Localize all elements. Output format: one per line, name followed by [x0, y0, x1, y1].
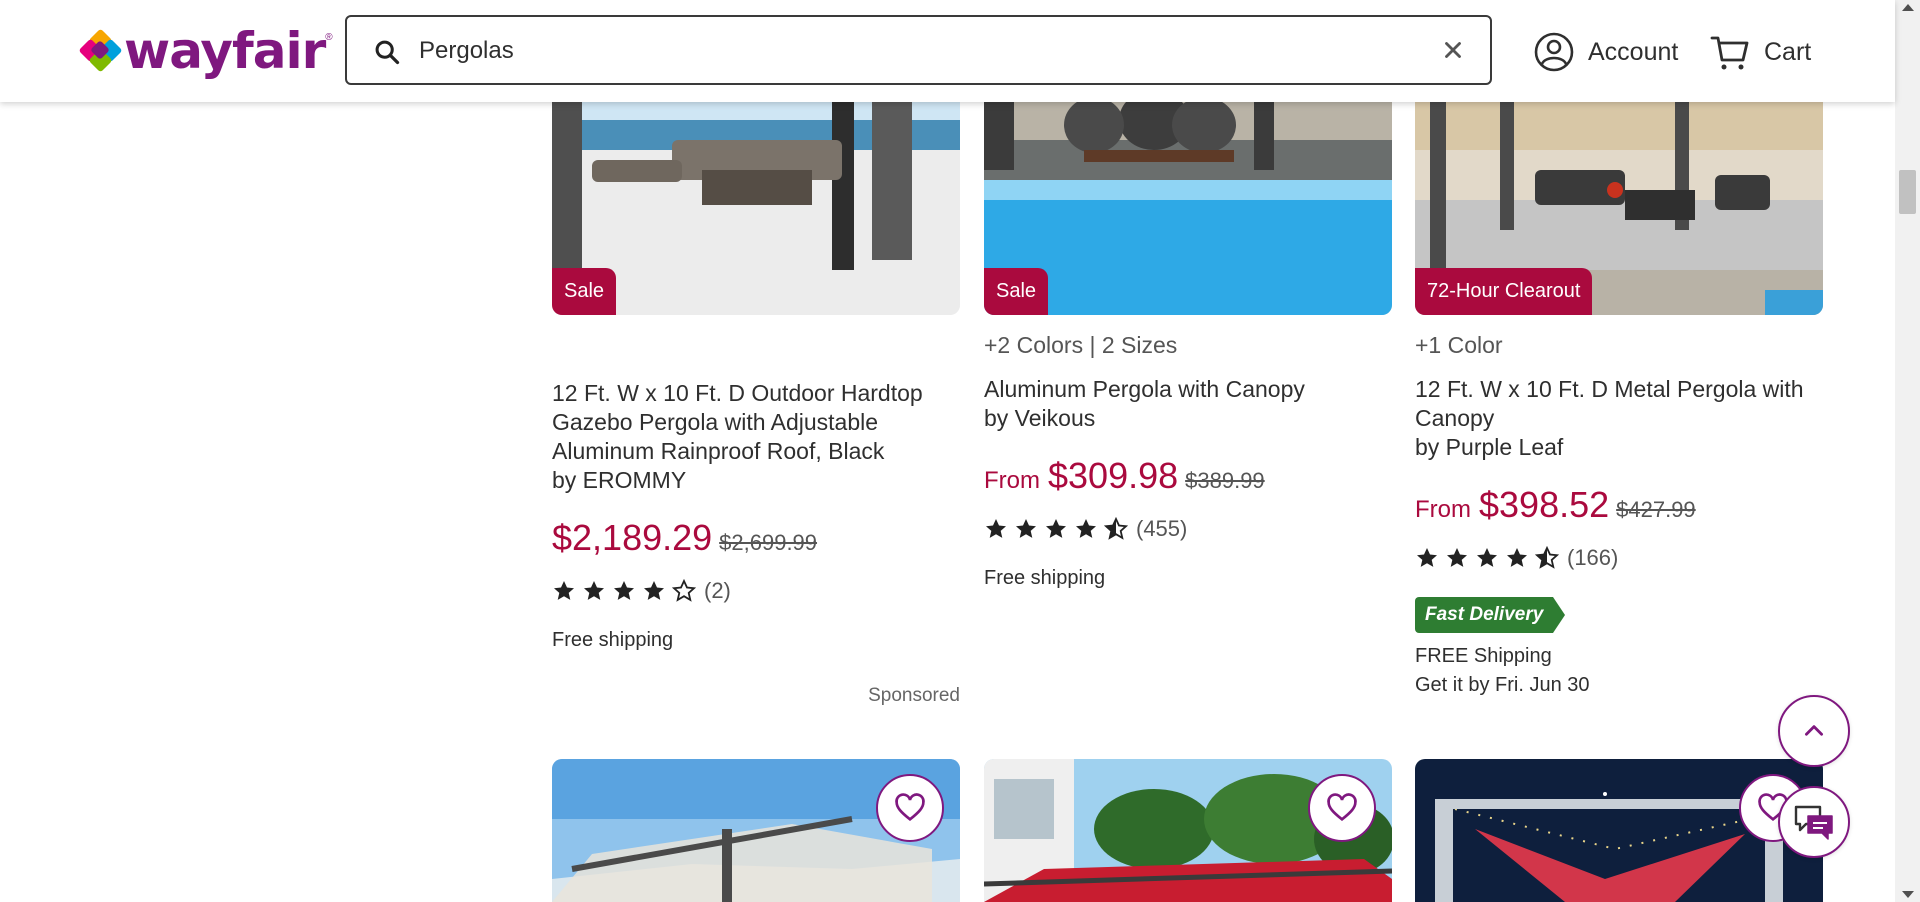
star-icon — [1447, 548, 1467, 567]
star-icon — [986, 519, 1006, 538]
variant-options[interactable]: +2 Colors | 2 Sizes — [984, 332, 1177, 359]
logo-mark-icon — [78, 28, 123, 73]
product-card[interactable]: 72-Hour Clearout +1 Color 12 Ft. W x 10 … — [1415, 0, 1823, 720]
favorite-button[interactable] — [1308, 774, 1376, 842]
original-price: $2,699.99 — [719, 530, 818, 555]
price-row: From $309.98 $389.99 — [984, 455, 1265, 497]
search-input[interactable] — [417, 27, 1371, 75]
shipping-info: Free shipping — [552, 629, 674, 651]
shipping-info: FREE Shipping — [1415, 645, 1552, 667]
page-scrollbar[interactable] — [1895, 0, 1920, 902]
cart-icon — [1710, 36, 1749, 70]
product-card[interactable] — [552, 759, 960, 902]
star-icon — [1016, 519, 1036, 538]
product-brand: by Purple Leaf — [1415, 434, 1564, 460]
product-title[interactable]: 12 Ft. W x 10 Ft. D Metal Pergola with C… — [1415, 375, 1823, 462]
heart-icon — [1327, 793, 1357, 822]
star-icon — [1046, 519, 1066, 538]
star-rating[interactable]: (2) — [552, 578, 731, 604]
delivery-date: Get it by Fri. Jun 30 — [1415, 674, 1590, 696]
original-price: $389.99 — [1185, 468, 1265, 493]
star-half-icon — [1535, 546, 1559, 569]
fast-delivery-badge: Fast Delivery — [1415, 597, 1565, 633]
variant-options[interactable]: +1 Color — [1415, 332, 1503, 359]
wayfair-logo[interactable]: wayfair ® — [78, 22, 333, 80]
user-circle-icon — [1534, 32, 1574, 72]
product-title[interactable]: Aluminum Pergola with Canopy by Veikous — [984, 375, 1392, 433]
product-brand: by Veikous — [984, 405, 1096, 431]
account-button[interactable]: Account — [1534, 30, 1678, 74]
product-card[interactable]: Sale 12 Ft. W x 10 Ft. D Outdoor Hardtop… — [552, 0, 960, 720]
star-empty-icon — [672, 579, 696, 602]
back-to-top-button[interactable] — [1778, 695, 1850, 767]
star-icon — [584, 581, 604, 600]
star-icon — [1477, 548, 1497, 567]
search-icon[interactable] — [373, 38, 401, 66]
review-count: (2) — [704, 578, 731, 603]
logo-wordmark: wayfair — [124, 22, 326, 80]
star-rating[interactable]: (455) — [984, 516, 1187, 542]
star-half-icon — [1104, 517, 1128, 540]
clearout-badge: 72-Hour Clearout — [1415, 268, 1593, 315]
from-label: From — [984, 467, 1040, 494]
star-icon — [614, 581, 634, 600]
product-brand: by EROMMY — [552, 467, 687, 493]
account-label: Account — [1588, 37, 1679, 66]
star-icon — [1076, 519, 1096, 538]
product-card[interactable] — [984, 759, 1392, 902]
product-card[interactable] — [1415, 759, 1823, 902]
sale-price: $2,189.29 — [552, 517, 713, 558]
star-icon — [1507, 548, 1527, 567]
star-rating[interactable]: (166) — [1415, 545, 1618, 571]
scroll-thumb[interactable] — [1899, 170, 1916, 214]
price-row: $2,189.29 $2,699.99 — [552, 517, 817, 559]
cart-label: Cart — [1764, 37, 1812, 66]
star-icon — [1417, 548, 1437, 567]
shipping-info: Free shipping — [984, 567, 1106, 589]
chevron-up-icon — [1805, 725, 1823, 736]
scroll-up-arrow-icon[interactable] — [1902, 4, 1914, 11]
favorite-button[interactable] — [876, 774, 944, 842]
review-count: (166) — [1567, 545, 1619, 570]
original-price: $427.99 — [1616, 497, 1696, 522]
close-icon[interactable] — [1440, 37, 1466, 63]
cart-button[interactable]: Cart — [1710, 30, 1811, 74]
sale-price: $309.98 — [1048, 455, 1179, 496]
price-row: From $398.52 $427.99 — [1415, 484, 1696, 526]
from-label: From — [1415, 496, 1471, 523]
review-count: (455) — [1136, 516, 1188, 541]
sale-price: $398.52 — [1479, 484, 1610, 525]
scroll-down-arrow-icon[interactable] — [1902, 891, 1914, 898]
heart-icon — [895, 793, 925, 822]
star-icon — [554, 581, 574, 600]
product-title[interactable]: 12 Ft. W x 10 Ft. D Outdoor Hardtop Gaze… — [552, 379, 960, 495]
search-bar — [345, 15, 1492, 85]
sale-badge: Sale — [984, 268, 1049, 315]
sale-badge: Sale — [552, 268, 617, 315]
star-icon — [644, 581, 664, 600]
chat-icon — [1794, 805, 1833, 840]
chat-button[interactable] — [1778, 786, 1850, 858]
site-header: wayfair ® Account Cart — [0, 0, 1895, 102]
sponsored-label: Sponsored — [868, 685, 960, 706]
